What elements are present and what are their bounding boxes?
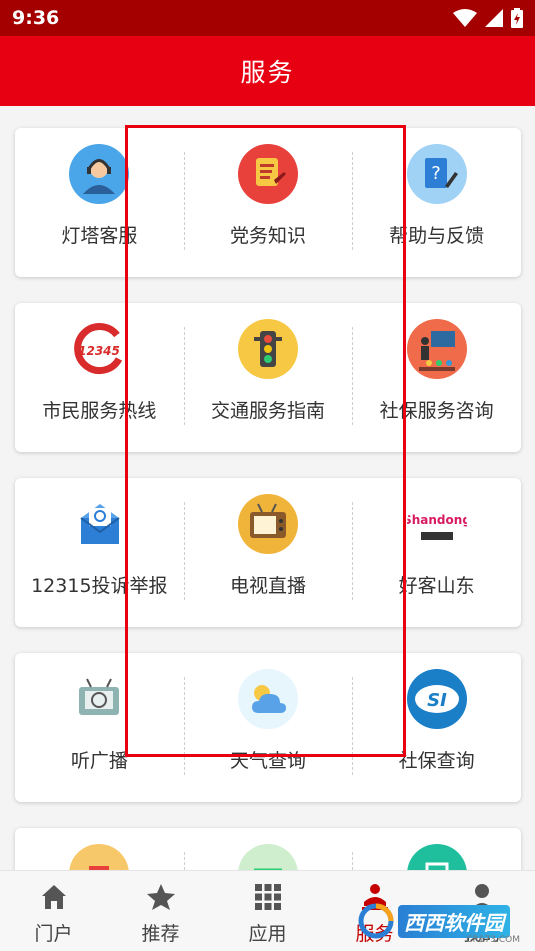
service-label: 听广播 xyxy=(70,750,128,772)
service-item-weather[interactable]: 天气查询 xyxy=(183,653,353,802)
service-item-traffic-guide[interactable]: 交通服务指南 xyxy=(183,303,353,452)
social-security-icon: SI xyxy=(406,669,467,729)
weather-icon xyxy=(237,669,298,729)
service-label: 社保服务咨询 xyxy=(379,400,494,422)
traffic-light-icon xyxy=(237,319,298,379)
partial-green-icon xyxy=(237,844,298,870)
service-label: 帮助与反馈 xyxy=(389,225,485,247)
service-label: 天气查询 xyxy=(229,750,306,772)
shandong-logo-text: Shandong xyxy=(407,513,467,527)
service-item-social-consult[interactable]: 社保服务咨询 xyxy=(352,303,521,452)
apps-grid-icon xyxy=(250,879,286,915)
hotline-12345-icon: 12345 xyxy=(69,319,130,379)
help-feedback-icon: ? xyxy=(406,144,467,204)
status-bar: 9:36 xyxy=(0,0,535,36)
service-item-radio[interactable]: 听广播 xyxy=(15,653,184,802)
page-title: 服务 xyxy=(240,58,295,87)
service-card-row-4: 听广播 天气查询 SI 社保查询 xyxy=(15,653,521,802)
app-header: 服务 xyxy=(0,36,535,106)
service-label: 好客山东 xyxy=(398,575,475,597)
service-card-row-2: 12345 市民服务热线 交通服务指南 社保服务咨询 xyxy=(15,303,521,452)
service-item-citizen-hotline[interactable]: 12345 市民服务热线 xyxy=(15,303,184,452)
watermark-logo-icon xyxy=(358,903,394,939)
watermark-sub: CR173.COM xyxy=(466,935,520,945)
social-security-text: SI xyxy=(427,690,447,711)
service-item-partial-1[interactable] xyxy=(15,828,184,870)
tv-live-icon xyxy=(237,494,298,554)
service-item-partial-2[interactable] xyxy=(183,828,353,870)
partial-orange-icon xyxy=(69,844,130,870)
status-time: 9:36 xyxy=(12,7,60,29)
customer-service-icon xyxy=(69,144,130,204)
status-icons xyxy=(453,8,523,28)
service-label: 党务知识 xyxy=(229,225,306,247)
service-item-lighthouse-support[interactable]: 灯塔客服 xyxy=(15,128,184,277)
signal-icon xyxy=(485,9,503,27)
service-list[interactable]: 灯塔客服 党务知识 ? 帮助与反馈 12345 市民服务热线 交通服务指南 社保… xyxy=(0,106,535,870)
home-icon xyxy=(36,879,72,915)
hotline-number: 12345 xyxy=(78,344,120,358)
service-item-social-security[interactable]: SI 社保查询 xyxy=(352,653,521,802)
nav-label: 推荐 xyxy=(141,923,180,945)
service-item-tv-live[interactable]: 电视直播 xyxy=(183,478,353,627)
service-label: 社保查询 xyxy=(398,750,475,772)
nav-label: 门户 xyxy=(34,923,73,945)
service-label: 交通服务指南 xyxy=(210,400,325,422)
service-card-row-3: 12315投诉举报 电视直播 Shandong 好客山东 xyxy=(15,478,521,627)
radio-icon xyxy=(69,669,130,729)
nav-recommend[interactable]: 推荐 xyxy=(107,871,214,951)
service-label: 12315投诉举报 xyxy=(31,575,168,597)
consult-meeting-icon xyxy=(406,319,467,379)
party-knowledge-icon xyxy=(237,144,298,204)
nav-apps[interactable]: 应用 xyxy=(214,871,321,951)
service-item-partial-3[interactable] xyxy=(352,828,521,870)
complaint-mail-icon xyxy=(69,494,130,554)
service-label: 电视直播 xyxy=(229,575,306,597)
partial-teal-icon xyxy=(406,844,467,870)
service-card-row-5 xyxy=(15,828,521,870)
service-item-hospitable-shandong[interactable]: Shandong 好客山东 xyxy=(352,478,521,627)
watermark-logo: 西西软件园 CR173.COM xyxy=(358,897,528,945)
service-card-row-1: 灯塔客服 党务知识 ? 帮助与反馈 xyxy=(15,128,521,277)
svg-text:?: ? xyxy=(431,163,441,184)
service-item-help-feedback[interactable]: ? 帮助与反馈 xyxy=(352,128,521,277)
battery-icon xyxy=(511,8,523,28)
shandong-logo-icon: Shandong xyxy=(406,494,467,554)
service-item-12315-complaint[interactable]: 12315投诉举报 xyxy=(15,478,184,627)
service-label: 市民服务热线 xyxy=(42,400,157,422)
wifi-icon xyxy=(453,9,477,27)
nav-label: 应用 xyxy=(248,923,287,945)
service-label: 灯塔客服 xyxy=(61,225,138,247)
nav-home[interactable]: 门户 xyxy=(0,871,107,951)
watermark-text: 西西软件园 xyxy=(398,904,510,938)
service-item-party-knowledge[interactable]: 党务知识 xyxy=(183,128,353,277)
star-icon xyxy=(143,879,179,915)
